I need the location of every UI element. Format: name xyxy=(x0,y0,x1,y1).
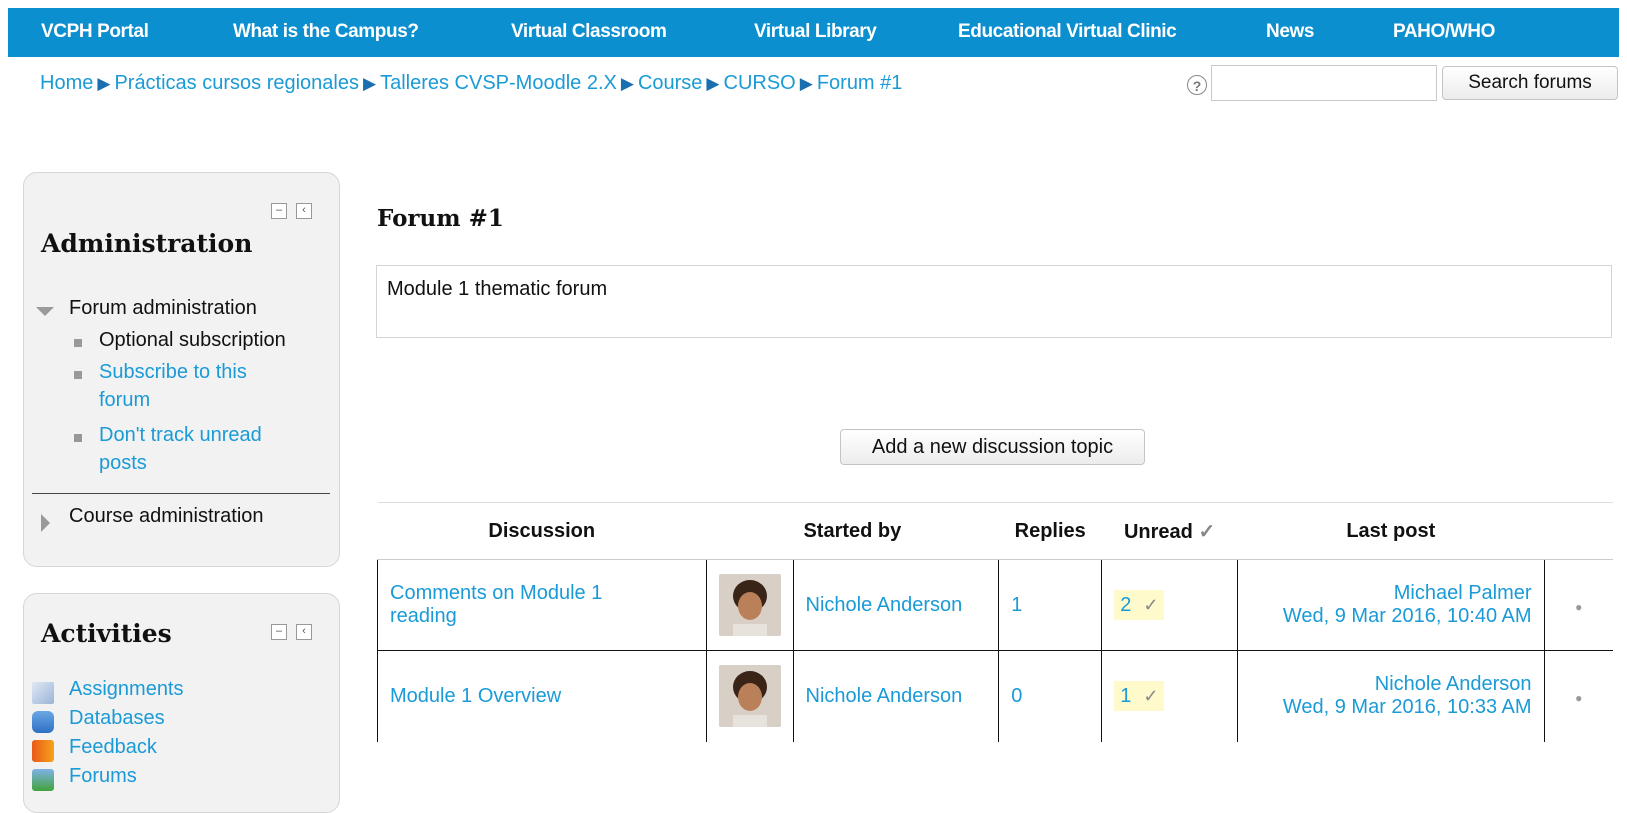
unread-cell: 1 ✓ xyxy=(1101,650,1238,742)
last-post-cell: Nichole Anderson Wed, 9 Mar 2016, 10:33 … xyxy=(1237,650,1545,742)
forum-intro-text: Module 1 thematic forum xyxy=(387,278,608,300)
unread-cell: 2 ✓ xyxy=(1101,559,1238,651)
collapsed-triangle-icon[interactable] xyxy=(41,514,50,532)
activities-title: Activities xyxy=(41,619,172,648)
course-administration-node[interactable]: Course administration xyxy=(69,505,264,528)
breadcrumb-forum[interactable]: Forum #1 xyxy=(817,72,903,94)
database-icon xyxy=(32,711,54,733)
last-post-author-link[interactable]: Michael Palmer xyxy=(1250,582,1532,605)
options-cell: ● xyxy=(1543,559,1613,651)
discussion-cell: Comments on Module 1 reading xyxy=(377,559,706,651)
discussion-cell: Module 1 Overview xyxy=(377,650,706,742)
last-post-date-link[interactable]: Wed, 9 Mar 2016, 10:40 AM xyxy=(1250,605,1532,628)
nav-virtual-library[interactable]: Virtual Library xyxy=(754,21,877,43)
options-dot-icon[interactable]: ● xyxy=(1575,691,1582,705)
nav-virtual-classroom[interactable]: Virtual Classroom xyxy=(511,21,667,43)
dock-block-icon[interactable]: ‹ xyxy=(296,624,312,640)
page-title: Forum #1 xyxy=(377,205,504,232)
header-replies[interactable]: Replies xyxy=(998,502,1102,560)
replies-link[interactable]: 1 xyxy=(998,559,1102,651)
subscribe-forum-link-cont[interactable]: forum xyxy=(99,389,150,412)
activity-forums-link[interactable]: Forums xyxy=(69,765,137,788)
breadcrumb-separator-icon: ▶ xyxy=(363,74,377,93)
breadcrumb-talleres[interactable]: Talleres CVSP-Moodle 2.X xyxy=(380,72,617,94)
activity-feedback-link[interactable]: Feedback xyxy=(69,736,157,759)
forum-icon xyxy=(32,769,54,791)
expanded-triangle-icon[interactable] xyxy=(36,307,54,316)
search-forums-button[interactable]: Search forums xyxy=(1442,66,1618,100)
subscribe-forum-link[interactable]: Subscribe to this xyxy=(99,361,247,384)
top-nav-bar: VCPH Portal What is the Campus? Virtual … xyxy=(8,8,1619,57)
discussion-link[interactable]: Comments on Module 1 xyxy=(390,582,694,605)
breadcrumb: Home ▶ Prácticas cursos regionales ▶ Tallere… xyxy=(40,72,902,95)
breadcrumb-separator-icon: ▶ xyxy=(799,74,813,93)
activities-block: Activities – ‹ Assignments Databases Fee… xyxy=(23,593,340,813)
bullet-icon xyxy=(74,371,82,379)
mark-read-check-icon[interactable]: ✓ xyxy=(1143,686,1158,706)
megaphone-icon xyxy=(32,740,54,762)
search-forums-input[interactable] xyxy=(1211,65,1437,101)
last-post-date-link[interactable]: Wed, 9 Mar 2016, 10:33 AM xyxy=(1250,696,1532,719)
table-row: Comments on Module 1 reading Nichole And… xyxy=(377,559,1613,651)
avatar-cell xyxy=(705,559,793,651)
bullet-icon xyxy=(74,434,82,442)
add-discussion-topic-button[interactable]: Add a new discussion topic xyxy=(840,429,1145,465)
discussion-table: Discussion Started by Replies Unread ✓ L… xyxy=(377,502,1613,742)
mark-read-check-icon[interactable]: ✓ xyxy=(1198,521,1215,543)
collapse-block-icon[interactable]: – xyxy=(271,203,287,219)
nav-educational-virtual-clinic[interactable]: Educational Virtual Clinic xyxy=(958,21,1177,43)
avatar[interactable] xyxy=(718,665,781,728)
divider xyxy=(32,493,330,494)
last-post-author-link[interactable]: Nichole Anderson xyxy=(1250,673,1532,696)
assignment-icon xyxy=(32,682,54,704)
options-dot-icon[interactable]: ● xyxy=(1575,600,1582,614)
mark-read-check-icon[interactable]: ✓ xyxy=(1143,595,1158,615)
options-cell: ● xyxy=(1543,650,1613,742)
nav-what-is-campus[interactable]: What is the Campus? xyxy=(233,21,419,43)
nav-paho-who[interactable]: PAHO/WHO xyxy=(1393,21,1495,43)
dock-block-icon[interactable]: ‹ xyxy=(296,203,312,219)
help-icon[interactable]: ? xyxy=(1187,75,1207,95)
forum-intro-box: Module 1 thematic forum xyxy=(376,265,1612,338)
replies-link[interactable]: 0 xyxy=(998,650,1102,742)
breadcrumb-practicas[interactable]: Prácticas cursos regionales xyxy=(114,72,359,94)
nav-vcph-portal[interactable]: VCPH Portal xyxy=(41,21,149,43)
collapse-block-icon[interactable]: – xyxy=(271,624,287,640)
breadcrumb-home[interactable]: Home xyxy=(40,72,93,94)
dont-track-unread-link-cont[interactable]: posts xyxy=(99,452,147,475)
header-unread-label: Unread xyxy=(1123,520,1193,543)
bullet-icon xyxy=(74,339,82,347)
optional-subscription-item: Optional subscription xyxy=(99,329,286,351)
header-unread[interactable]: Unread ✓ xyxy=(1101,502,1238,560)
started-by-link[interactable]: Nichole Anderson xyxy=(792,650,999,742)
last-post-cell: Michael Palmer Wed, 9 Mar 2016, 10:40 AM xyxy=(1237,559,1545,651)
dont-track-unread-link[interactable]: Don't track unread xyxy=(99,424,262,447)
nav-news[interactable]: News xyxy=(1266,21,1314,43)
unread-count-link[interactable]: 2 xyxy=(1120,594,1131,616)
header-last-post[interactable]: Last post xyxy=(1237,502,1545,560)
avatar[interactable] xyxy=(718,574,781,636)
unread-count-link[interactable]: 1 xyxy=(1120,685,1131,707)
breadcrumb-separator-icon: ▶ xyxy=(620,74,634,93)
breadcrumb-course[interactable]: Course xyxy=(638,72,702,94)
discussion-link-cont[interactable]: reading xyxy=(390,605,694,628)
header-discussion[interactable]: Discussion xyxy=(377,502,706,560)
started-by-link[interactable]: Nichole Anderson xyxy=(792,559,999,651)
activity-assignments-link[interactable]: Assignments xyxy=(69,678,184,701)
breadcrumb-separator-icon: ▶ xyxy=(97,74,111,93)
avatar-cell xyxy=(705,650,793,742)
forum-administration-node[interactable]: Forum administration xyxy=(69,297,257,320)
administration-title: Administration xyxy=(41,229,253,258)
table-row: Module 1 Overview Nichole Anderson 0 1 ✓ … xyxy=(377,650,1613,742)
discussion-link[interactable]: Module 1 Overview xyxy=(390,685,694,708)
header-options xyxy=(1544,502,1613,560)
table-header-row: Discussion Started by Replies Unread ✓ L… xyxy=(377,502,1613,560)
administration-block: – ‹ Administration Forum administration … xyxy=(23,172,340,567)
breadcrumb-curso[interactable]: CURSO xyxy=(724,72,796,94)
activity-databases-link[interactable]: Databases xyxy=(69,707,165,730)
breadcrumb-separator-icon: ▶ xyxy=(706,74,720,93)
header-started-by[interactable]: Started by xyxy=(706,502,999,560)
